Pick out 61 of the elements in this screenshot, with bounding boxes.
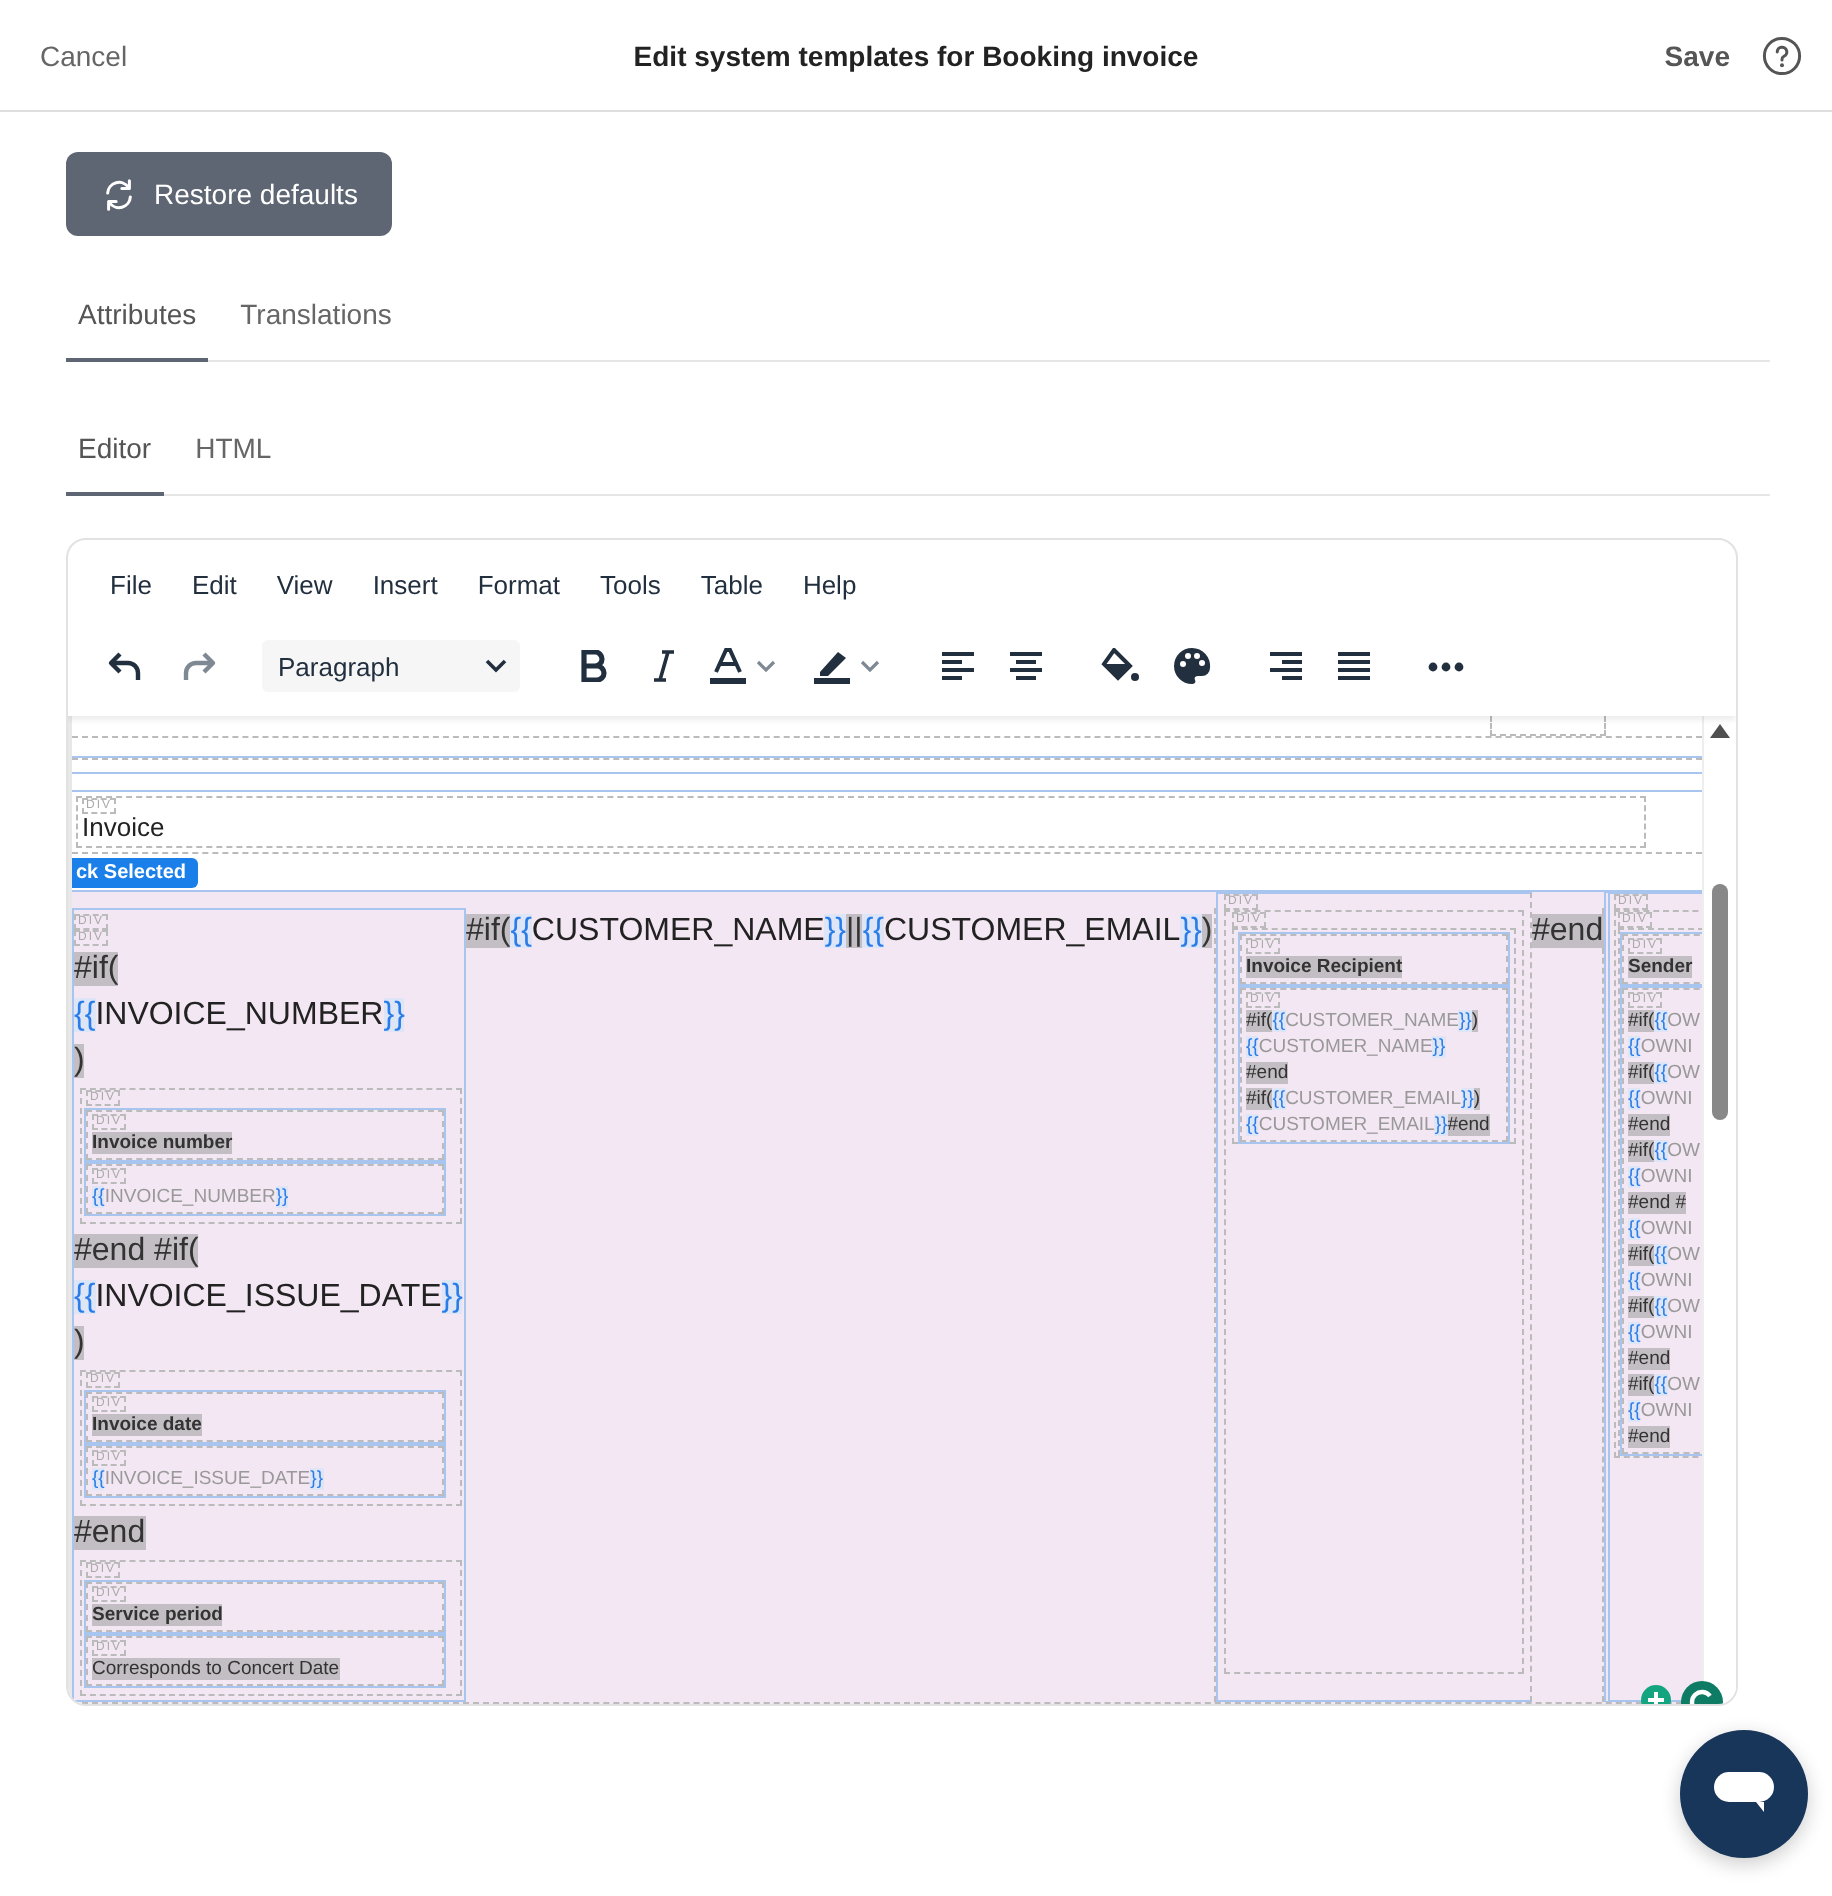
menu-item[interactable]: File xyxy=(110,570,152,616)
template-line: #if({{OW xyxy=(1628,1138,1702,1164)
template-line: {{OWNI xyxy=(1628,1216,1695,1242)
template-line: {{OWNI xyxy=(1628,1268,1695,1294)
template-line: {{OWNI xyxy=(1628,1164,1695,1190)
scrollbar[interactable] xyxy=(1702,716,1736,1704)
tab[interactable]: Translations xyxy=(228,274,404,362)
menu-item[interactable]: View xyxy=(276,570,333,616)
caret-icon xyxy=(484,658,508,674)
restore-defaults-button[interactable]: Restore defaults xyxy=(66,152,392,236)
text-color-icon[interactable] xyxy=(708,648,780,684)
template-line: #if({{OW xyxy=(1628,1294,1702,1320)
template-line: {{INVOICE_ISSUE_DATE}} xyxy=(92,1466,325,1492)
template-line: {{INVOICE_ISSUE_DATE}} xyxy=(74,1278,464,1318)
template-line: {{OWNI xyxy=(1628,1320,1695,1346)
menu-item[interactable]: Edit xyxy=(191,570,237,616)
tab[interactable]: HTML xyxy=(183,408,284,496)
bold-icon[interactable] xyxy=(580,650,608,682)
template-line: {{OWNI xyxy=(1628,1398,1695,1424)
template-line: {{INVOICE_NUMBER}} xyxy=(74,996,407,1036)
template-line: {{CUSTOMER_NAME}} xyxy=(1246,1034,1448,1060)
help-icon[interactable] xyxy=(1762,35,1802,75)
tab[interactable]: Attributes xyxy=(66,274,209,362)
align-left-icon[interactable] xyxy=(940,652,976,680)
justify-icon[interactable] xyxy=(1336,652,1372,680)
palette-icon[interactable] xyxy=(1172,646,1212,686)
menu-item[interactable]: Insert xyxy=(372,570,438,616)
save-button[interactable]: Save xyxy=(1664,39,1730,71)
menu-item[interactable]: Tools xyxy=(600,570,661,616)
menu-item[interactable]: Format xyxy=(477,570,560,616)
more-icon[interactable] xyxy=(1428,661,1464,671)
template-line: #if({{OW xyxy=(1628,1008,1702,1034)
template-line: #if({{OW xyxy=(1628,1060,1702,1086)
italic-icon[interactable] xyxy=(652,650,676,682)
scrollbar-thumb[interactable] xyxy=(1712,884,1728,1120)
cancel-button[interactable]: Cancel xyxy=(40,39,128,71)
template-line: {{INVOICE_NUMBER}} xyxy=(92,1184,291,1210)
align-right-icon[interactable] xyxy=(1268,652,1304,680)
template-line: #if({{OW xyxy=(1628,1242,1702,1268)
highlight-icon[interactable] xyxy=(812,648,884,684)
template-line: #if({{CUSTOMER_EMAIL}}) xyxy=(1246,1086,1483,1112)
redo-icon[interactable] xyxy=(178,648,218,684)
template-line: {{CUSTOMER_EMAIL}}#end xyxy=(1246,1112,1492,1138)
scroll-up-icon[interactable] xyxy=(1710,724,1730,738)
menu-item[interactable]: Table xyxy=(700,570,763,616)
block-format-dropdown[interactable]: Paragraph xyxy=(262,640,520,692)
template-line: {{OWNI xyxy=(1628,1086,1695,1112)
align-center-icon[interactable] xyxy=(1008,652,1044,680)
heading-text: Invoice xyxy=(82,814,167,842)
refresh-icon xyxy=(102,177,136,211)
tab[interactable]: Editor xyxy=(66,408,164,496)
chat-button[interactable] xyxy=(1680,1730,1808,1858)
template-line: #if({{CUSTOMER_NAME}}) xyxy=(1246,1008,1481,1034)
paint-bucket-icon[interactable] xyxy=(1100,648,1140,684)
template-line: {{OWNI xyxy=(1628,1034,1695,1060)
selection-badge: ck Selected xyxy=(72,858,199,888)
template-line: #if({{CUSTOMER_NAME}}||{{CUSTOMER_EMAIL}}) xyxy=(466,912,1214,952)
undo-icon[interactable] xyxy=(106,648,146,684)
menu-item[interactable]: Help xyxy=(802,570,857,616)
template-line: #if({{OW xyxy=(1628,1372,1702,1398)
page-title: Edit system templates for Booking invoice xyxy=(633,39,1199,71)
